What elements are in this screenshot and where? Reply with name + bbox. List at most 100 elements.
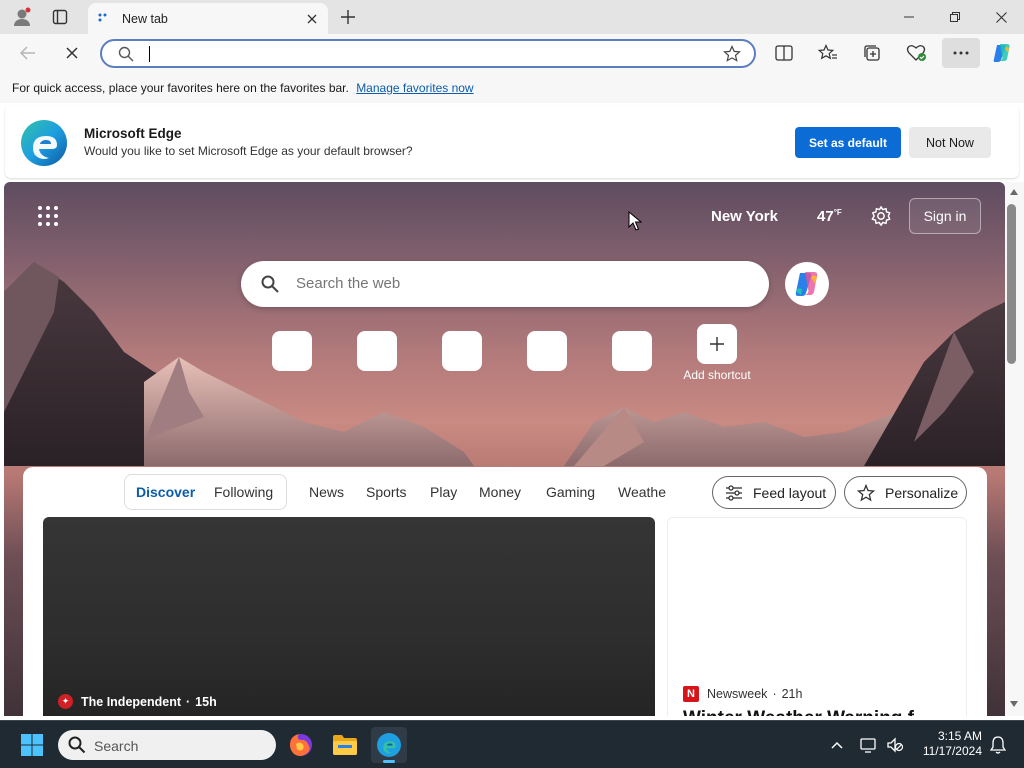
apps-grid-icon[interactable] xyxy=(36,204,60,228)
restore-icon[interactable] xyxy=(932,0,978,34)
browser-essentials-icon[interactable] xyxy=(900,38,932,68)
personalize-button[interactable]: Personalize xyxy=(844,476,967,509)
not-now-button[interactable]: Not Now xyxy=(909,127,991,158)
scrollbar-thumb[interactable] xyxy=(1007,204,1016,364)
stop-loading-icon[interactable] xyxy=(56,38,88,68)
sliders-icon xyxy=(726,485,742,501)
scroll-down-arrow-icon[interactable] xyxy=(1009,700,1019,708)
favorites-icon[interactable] xyxy=(812,38,844,68)
card-source: ✦ The Independent · 15h xyxy=(58,694,217,709)
copilot-icon[interactable] xyxy=(986,38,1018,68)
favorites-bar: For quick access, place your favorites h… xyxy=(0,72,1024,103)
web-search-box[interactable]: Search the web xyxy=(241,261,769,307)
tab-sports[interactable]: Sports xyxy=(366,484,406,500)
page-settings-gear-icon[interactable] xyxy=(870,205,892,227)
file-explorer-icon[interactable] xyxy=(327,727,363,763)
show-hidden-icons-chevron-icon[interactable] xyxy=(821,727,853,763)
taskbar-search-label: Search xyxy=(94,738,139,754)
shortcut-tile[interactable] xyxy=(442,331,482,371)
text-caret xyxy=(149,46,150,62)
close-window-icon[interactable] xyxy=(978,0,1024,34)
windows-logo-icon xyxy=(21,734,43,756)
independent-logo-icon: ✦ xyxy=(58,694,73,709)
tab-gaming[interactable]: Gaming xyxy=(546,484,595,500)
shortcut-tile[interactable] xyxy=(357,331,397,371)
news-card-side[interactable]: N Newsweek · 21h Winter Weather Warning … xyxy=(667,517,967,716)
set-as-default-button[interactable]: Set as default xyxy=(795,127,901,158)
tab-title: New tab xyxy=(122,11,168,26)
separator: · xyxy=(772,687,777,701)
sign-in-button[interactable]: Sign in xyxy=(909,198,981,234)
taskbar: Search 3:15 AM 11/17/2024 xyxy=(0,720,1024,768)
network-display-icon[interactable] xyxy=(855,727,883,763)
address-bar[interactable] xyxy=(100,39,756,68)
add-favorite-star-icon[interactable] xyxy=(723,45,741,63)
card-source: N Newsweek · 21h xyxy=(683,686,802,702)
tab-close-icon[interactable] xyxy=(302,9,322,29)
shortcut-tile[interactable] xyxy=(612,331,652,371)
edge-logo-icon xyxy=(21,120,67,166)
tab-money[interactable]: Money xyxy=(479,484,521,500)
plus-icon xyxy=(710,337,724,351)
tab-play[interactable]: Play xyxy=(430,484,457,500)
card-headline: Winter Weather Warning f xyxy=(683,708,914,716)
firefox-app-icon[interactable] xyxy=(283,727,319,763)
taskbar-search[interactable]: Search xyxy=(58,730,276,760)
card-age: 15h xyxy=(195,694,217,709)
address-input[interactable] xyxy=(154,44,714,64)
tab-weather[interactable]: Weathe xyxy=(618,484,666,500)
banner-title: Microsoft Edge xyxy=(84,126,182,141)
weather-temperature[interactable]: 47°F xyxy=(817,208,842,225)
add-shortcut-button[interactable] xyxy=(697,324,737,364)
favorites-bar-message: For quick access, place your favorites h… xyxy=(12,81,349,95)
settings-more-icon[interactable] xyxy=(942,38,980,68)
clock-date: 11/17/2024 xyxy=(922,744,982,758)
shortcut-tile[interactable] xyxy=(527,331,567,371)
personalize-label: Personalize xyxy=(885,484,959,501)
card-source-name: Newsweek xyxy=(707,687,768,701)
split-screen-icon[interactable] xyxy=(768,38,800,68)
feed-layout-button[interactable]: Feed layout xyxy=(712,476,836,509)
start-button[interactable] xyxy=(14,727,50,763)
new-tab-icon[interactable] xyxy=(328,0,368,34)
mouse-cursor-icon xyxy=(628,211,642,231)
search-icon xyxy=(68,736,86,754)
shortcut-tile[interactable] xyxy=(272,331,312,371)
tab-news[interactable]: News xyxy=(309,484,344,500)
copilot-icon xyxy=(795,272,818,296)
tab-favicon-icon xyxy=(98,13,107,21)
scroll-up-arrow-icon[interactable] xyxy=(1009,188,1019,196)
temperature-unit: °F xyxy=(833,208,842,217)
notifications-bell-icon[interactable] xyxy=(984,727,1012,763)
volume-muted-icon[interactable] xyxy=(881,727,909,763)
sparkle-star-icon xyxy=(857,484,875,502)
edge-app-icon[interactable] xyxy=(371,727,407,763)
web-search-placeholder: Search the web xyxy=(296,275,401,292)
tab-discover[interactable]: Discover xyxy=(136,484,195,500)
back-icon[interactable] xyxy=(12,38,44,68)
newsweek-logo-icon: N xyxy=(683,686,699,702)
search-icon xyxy=(118,46,134,62)
add-shortcut-label: Add shortcut xyxy=(683,368,751,382)
news-feed: Discover Following News Sports Play Mone… xyxy=(23,467,987,716)
search-icon xyxy=(261,275,279,293)
collections-icon[interactable] xyxy=(856,38,888,68)
clock-time: 3:15 AM xyxy=(937,729,982,743)
title-bar: New tab xyxy=(0,0,1024,34)
weather-city[interactable]: New York xyxy=(711,208,778,225)
new-tab-page: New York 47°F Sign in Search the web Add… xyxy=(4,182,1005,716)
news-card-main[interactable]: ✦ The Independent · 15h xyxy=(43,517,655,716)
temperature-value: 47 xyxy=(817,208,834,225)
default-browser-banner: Microsoft Edge Would you like to set Mic… xyxy=(5,106,1019,178)
copilot-search-button[interactable] xyxy=(785,262,829,306)
tab-following[interactable]: Following xyxy=(214,484,273,500)
system-clock[interactable]: 3:15 AM 11/17/2024 xyxy=(914,729,982,759)
manage-favorites-link[interactable]: Manage favorites now xyxy=(356,81,473,95)
tab-actions-icon[interactable] xyxy=(40,0,80,34)
active-app-indicator xyxy=(383,760,395,763)
banner-message: Would you like to set Microsoft Edge as … xyxy=(84,144,413,158)
toolbar xyxy=(0,34,1024,72)
tab-new-tab[interactable]: New tab xyxy=(88,3,328,34)
profile-icon[interactable] xyxy=(2,0,42,34)
minimize-icon[interactable] xyxy=(886,0,932,34)
